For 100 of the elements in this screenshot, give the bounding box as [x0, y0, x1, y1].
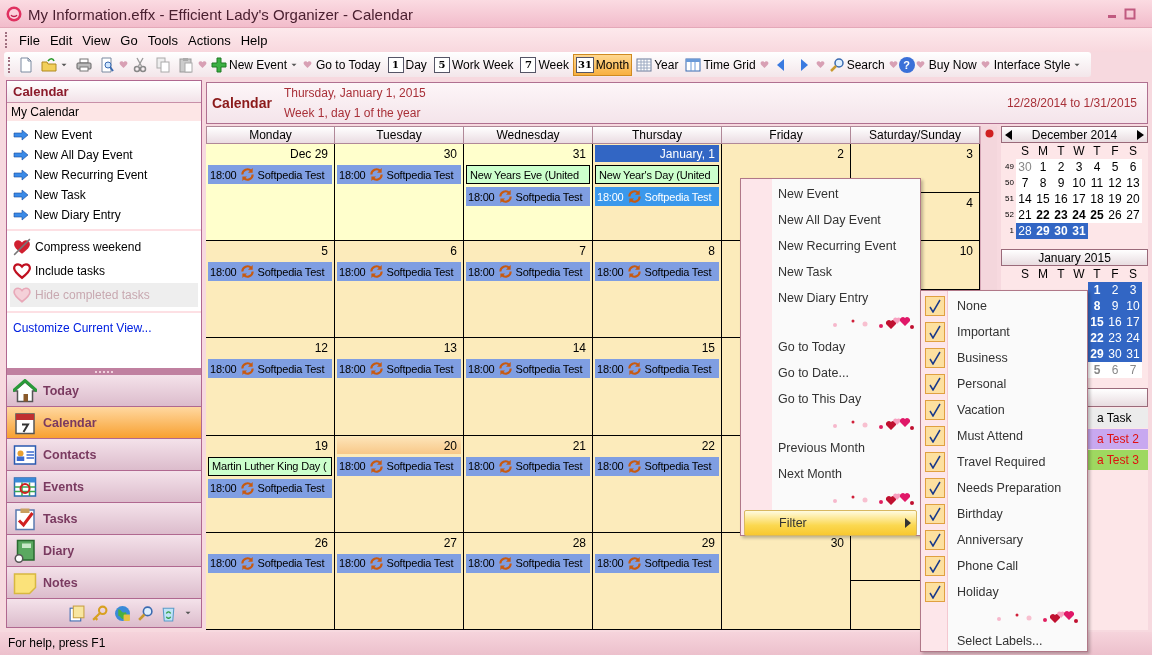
view-option[interactable]: Compress weekend — [10, 235, 198, 259]
calendar-day[interactable]: 2 — [1106, 282, 1124, 298]
calendar-day[interactable]: 2 — [1052, 159, 1070, 175]
day-cell[interactable]: 20 18:00 Softpedia Test — [335, 435, 464, 532]
menu-item[interactable]: Travel Required — [923, 449, 1085, 475]
menu-item[interactable]: New All Day Event — [744, 207, 917, 233]
day-cell[interactable]: 29 18:00 Softpedia Test — [593, 532, 722, 629]
nav-button[interactable]: Calendar — [7, 407, 201, 439]
calendar-day[interactable]: 4 — [1088, 159, 1106, 175]
calendar-day[interactable]: 11 — [1088, 175, 1106, 191]
checkbox[interactable] — [925, 374, 945, 394]
calendar-day[interactable]: 12 — [1106, 175, 1124, 191]
calendar-day[interactable]: 30 — [1052, 223, 1070, 239]
day-cell[interactable]: 27 18:00 Softpedia Test — [335, 532, 464, 629]
event-item[interactable]: 18:00 Softpedia Test — [208, 165, 332, 184]
menu-item[interactable]: Edit — [44, 32, 78, 48]
calendar-day[interactable]: 24 — [1124, 330, 1142, 346]
checkbox[interactable] — [925, 504, 945, 524]
maximize-icon[interactable] — [1124, 8, 1136, 20]
day-cell[interactable]: 22 18:00 Softpedia Test — [593, 435, 722, 532]
checkbox[interactable] — [925, 582, 945, 602]
event-item[interactable]: 18:00 Softpedia Test — [208, 359, 332, 379]
nav-button[interactable]: Diary — [7, 535, 201, 567]
menu-item[interactable]: Previous Month — [744, 435, 917, 461]
calendar-day[interactable]: 30 — [1106, 346, 1124, 362]
toolbar-button[interactable]: Buy Now — [925, 53, 980, 76]
menu-item[interactable]: Next Month — [744, 461, 917, 487]
event-item[interactable]: 18:00 Softpedia Test — [466, 187, 590, 206]
calendar-day[interactable]: 24 — [1070, 207, 1088, 223]
event-item[interactable]: 18:00 Softpedia Test — [466, 553, 590, 573]
task-link[interactable]: New All Day Event — [13, 145, 201, 165]
menu-item[interactable]: Actions — [183, 32, 236, 48]
task-link[interactable]: New Event — [13, 125, 201, 145]
checkbox[interactable] — [925, 426, 945, 446]
checkbox[interactable] — [925, 452, 945, 472]
checkbox[interactable] — [925, 322, 945, 342]
menu-item[interactable]: Must Attend — [923, 423, 1085, 449]
event-item[interactable]: 18:00 Softpedia Test — [337, 359, 461, 379]
menu-item[interactable]: Business — [923, 345, 1085, 371]
calendar-day[interactable]: 23 — [1052, 207, 1070, 223]
calendar-day[interactable]: 16 — [1106, 314, 1124, 330]
event-item[interactable]: 18:00 Softpedia Test — [466, 456, 590, 476]
menu-item[interactable]: Phone Call — [923, 553, 1085, 579]
calendar-day[interactable]: 9 — [1052, 175, 1070, 191]
view-button[interactable]: 31 Month — [572, 53, 633, 76]
menu-item[interactable]: Important — [923, 319, 1085, 345]
day-cell[interactable]: 31 New Years Eve (United 18:00 Softpedia Test — [464, 144, 593, 241]
day-cell[interactable]: 6 18:00 Softpedia Test — [335, 241, 464, 338]
menu-item[interactable]: New Diary Entry — [744, 285, 917, 311]
calendar-day[interactable]: 28 — [1016, 223, 1034, 239]
calendar-day[interactable]: 1 — [1088, 282, 1106, 298]
event-item[interactable]: 18:00 Softpedia Test — [208, 553, 332, 573]
calendar-day[interactable]: 16 — [1052, 191, 1070, 207]
menu-item[interactable]: Needs Preparation — [923, 475, 1085, 501]
menu-item[interactable]: New Recurring Event — [744, 233, 917, 259]
search-icon[interactable] — [137, 604, 154, 622]
nav-button[interactable]: Today — [7, 375, 201, 407]
event-item[interactable]: 18:00 Softpedia Test — [595, 359, 719, 379]
day-cell[interactable]: 30 — [722, 532, 851, 629]
menu-item[interactable]: Birthday — [923, 501, 1085, 527]
day-cell[interactable]: 5 18:00 Softpedia Test — [206, 241, 335, 338]
day-cell[interactable]: 7 18:00 Softpedia Test — [464, 241, 593, 338]
calendar-day[interactable]: 31 — [1124, 346, 1142, 362]
view-button[interactable]: Year — [633, 53, 682, 76]
calendar-day[interactable]: 5 — [1106, 159, 1124, 175]
event-item[interactable]: 18:00 Softpedia Test — [337, 553, 461, 573]
task-link[interactable]: New Task — [13, 185, 201, 205]
toolbar-button[interactable]: Go to Today — [313, 53, 384, 76]
calendar-day[interactable]: 6 — [1106, 362, 1124, 378]
day-cell[interactable]: 26 18:00 Softpedia Test — [206, 532, 335, 629]
calendar-day[interactable]: 8 — [1088, 298, 1106, 314]
menu-item[interactable]: Anniversary — [923, 527, 1085, 553]
calendar-day[interactable]: 13 — [1124, 175, 1142, 191]
menu-item[interactable]: Go to Date... — [744, 360, 917, 386]
checkbox[interactable] — [925, 296, 945, 316]
nav-button[interactable]: Tasks — [7, 503, 201, 535]
calendar-day[interactable]: 8 — [1034, 175, 1052, 191]
view-button[interactable]: 7 Week — [517, 53, 572, 76]
globe-icon[interactable] — [114, 604, 131, 622]
day-cell[interactable]: 15 18:00 Softpedia Test — [593, 338, 722, 435]
all-day-event[interactable]: New Year's Day (United — [595, 165, 719, 184]
menu-item[interactable]: Go — [115, 32, 143, 48]
event-item[interactable]: 18:00 Softpedia Test — [208, 478, 332, 498]
calendar-day[interactable]: 25 — [1088, 207, 1106, 223]
help-button[interactable]: ? — [898, 56, 915, 73]
calendar-day[interactable]: 1 — [1034, 159, 1052, 175]
calendar-day[interactable]: 29 — [1088, 346, 1106, 362]
all-day-event[interactable]: New Years Eve (United — [466, 165, 590, 184]
calendar-day[interactable]: 9 — [1106, 298, 1124, 314]
calendar-day[interactable]: 3 — [1070, 159, 1088, 175]
calendar-day[interactable]: 27 — [1124, 207, 1142, 223]
calendar-day[interactable]: 17 — [1070, 191, 1088, 207]
calendar-day[interactable]: 15 — [1088, 314, 1106, 330]
calendar-day[interactable]: 22 — [1034, 207, 1052, 223]
menu-item[interactable]: None — [923, 293, 1085, 319]
nav-button[interactable]: Notes — [7, 567, 201, 599]
menu-item[interactable]: Vacation — [923, 397, 1085, 423]
menu-item[interactable]: Go to This Day — [744, 386, 917, 412]
view-button[interactable]: Time Grid — [682, 53, 759, 76]
calendar-day[interactable]: 30 — [1016, 159, 1034, 175]
